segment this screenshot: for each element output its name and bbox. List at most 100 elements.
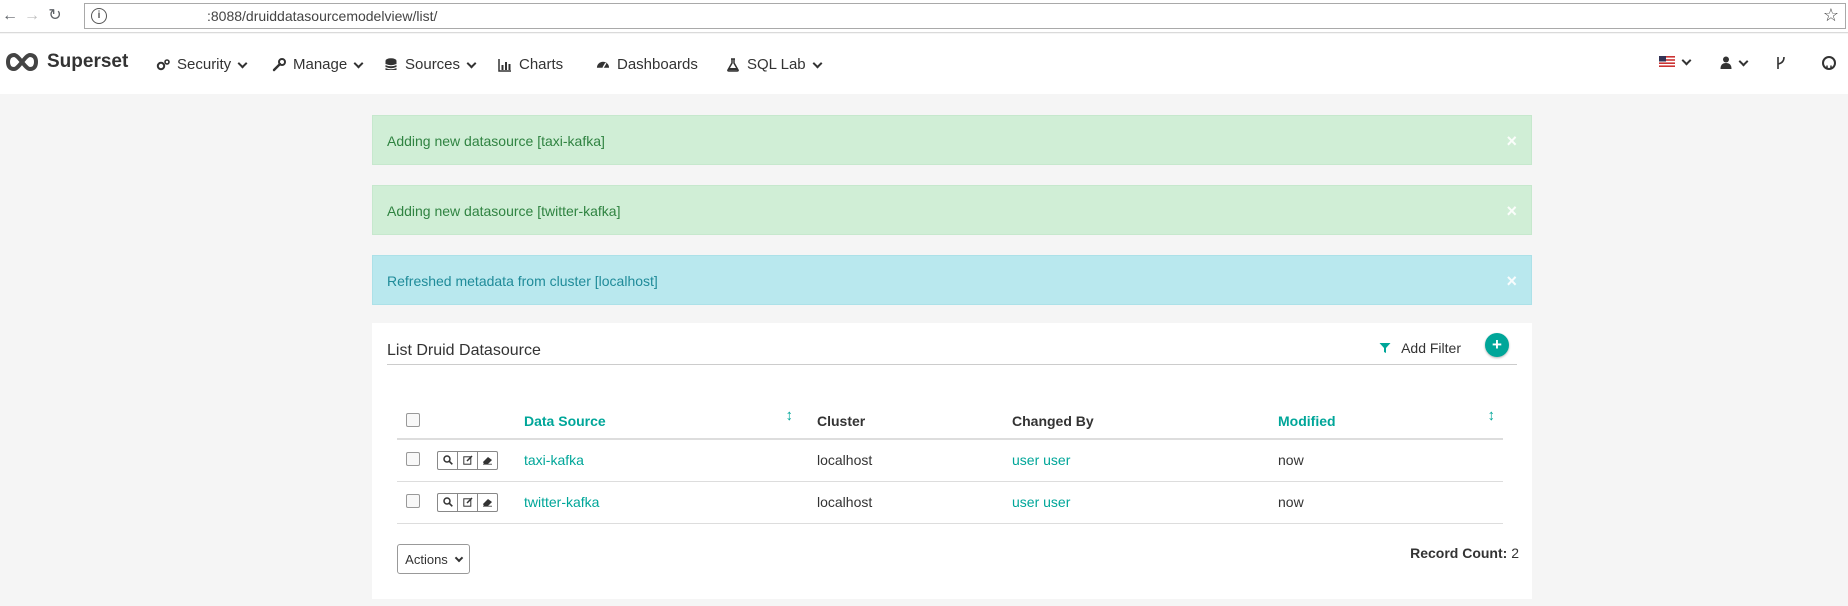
sort-icon[interactable]: ↕ — [1488, 407, 1496, 424]
panel-header: List Druid Datasource Add Filter + — [387, 333, 1517, 365]
us-flag-icon — [1659, 56, 1675, 67]
address-bar[interactable]: i :8088/druiddatasourcemodelview/list/ ☆ — [84, 3, 1846, 29]
gears-icon — [156, 58, 170, 72]
wrench-icon — [272, 57, 286, 72]
address-bar-url: :8088/druiddatasourcemodelview/list/ — [207, 8, 438, 24]
edit-record-button[interactable] — [457, 492, 478, 512]
database-icon — [384, 57, 398, 72]
column-header-data-source[interactable]: Data Source ↕ — [524, 397, 817, 440]
brand-name: Superset — [47, 51, 129, 72]
alert-text: Adding new datasource [taxi-kafka] — [387, 133, 605, 149]
table-header-row: Data Source ↕ Cluster Changed By Modifie… — [397, 397, 1503, 440]
actions-label: Actions — [405, 551, 448, 567]
datasource-link[interactable]: twitter-kafka — [524, 494, 599, 510]
eraser-icon — [483, 457, 492, 465]
chevron-down-icon — [353, 58, 364, 68]
nav-sources-label: Sources — [405, 56, 461, 73]
nav-dashboards[interactable]: Dashboards — [596, 56, 698, 73]
back-arrow-icon[interactable]: ← — [0, 6, 20, 26]
chevron-down-icon — [1681, 55, 1692, 65]
record-count-value: 2 — [1511, 545, 1519, 561]
add-filter-button[interactable]: Add Filter — [1379, 340, 1461, 356]
bookmark-star-icon[interactable]: ☆ — [1823, 5, 1839, 26]
table-row: taxi-kafka localhost user user now — [397, 439, 1503, 482]
close-icon[interactable]: × — [1506, 116, 1517, 166]
github-link[interactable] — [1822, 56, 1836, 70]
nav-sources[interactable]: Sources — [384, 56, 477, 73]
alert-info: Refreshed metadata from cluster [localho… — [372, 255, 1532, 305]
nav-sql-lab[interactable]: SQL Lab — [726, 56, 823, 73]
alert-text: Refreshed metadata from cluster [localho… — [387, 273, 658, 289]
row-action-buttons — [437, 492, 498, 512]
modified-cell: now — [1278, 439, 1503, 482]
record-count-label: Record Count: — [1410, 545, 1508, 561]
sort-modified-link[interactable]: Modified — [1278, 413, 1336, 429]
eraser-icon — [483, 499, 492, 507]
table-row: twitter-kafka localhost user user now — [397, 481, 1503, 524]
view-record-button[interactable] — [437, 492, 458, 512]
language-menu[interactable] — [1659, 55, 1692, 67]
record-count: Record Count: 2 — [1410, 545, 1519, 561]
git-branch-icon — [1777, 56, 1785, 69]
column-header-cluster: Cluster — [817, 397, 1012, 440]
list-panel: List Druid Datasource Add Filter + Data … — [372, 323, 1532, 599]
alert-text: Adding new datasource [twitter-kafka] — [387, 203, 621, 219]
cluster-cell: localhost — [817, 439, 1012, 482]
datasource-table: Data Source ↕ Cluster Changed By Modifie… — [397, 397, 1503, 524]
github-icon — [1822, 56, 1836, 70]
close-icon[interactable]: × — [1506, 186, 1517, 236]
datasource-link[interactable]: taxi-kafka — [524, 452, 584, 468]
edit-record-button[interactable] — [457, 450, 478, 470]
view-record-button[interactable] — [437, 450, 458, 470]
panel-title: List Druid Datasource — [387, 342, 541, 359]
bar-chart-icon — [498, 58, 512, 72]
browser-toolbar: ← → ↻ i :8088/druiddatasourcemodelview/l… — [0, 0, 1848, 33]
dashboard-icon — [596, 58, 610, 72]
delete-record-button[interactable] — [477, 450, 498, 470]
row-action-buttons — [437, 450, 498, 470]
edit-icon — [462, 455, 473, 465]
column-header-changed-by: Changed By — [1012, 397, 1278, 440]
nav-dashboards-label: Dashboards — [617, 56, 698, 73]
info-icon[interactable]: i — [91, 8, 107, 24]
chevron-down-icon — [466, 58, 477, 68]
sort-icon[interactable]: ↕ — [786, 407, 794, 424]
user-icon — [1720, 56, 1732, 69]
column-header-modified[interactable]: Modified ↕ — [1278, 397, 1503, 440]
nav-security-label: Security — [177, 56, 232, 73]
brand-link[interactable]: Superset — [6, 51, 128, 73]
nav-charts-label: Charts — [519, 56, 564, 73]
add-record-button[interactable]: + — [1485, 333, 1509, 357]
filter-icon — [1379, 343, 1391, 353]
actions-dropdown-button[interactable]: Actions — [397, 544, 470, 574]
cluster-cell: localhost — [817, 481, 1012, 524]
forward-arrow-icon[interactable]: → — [22, 6, 42, 26]
row-checkbox[interactable] — [406, 451, 420, 466]
alert-success: Adding new datasource [twitter-kafka] × — [372, 185, 1532, 235]
chevron-down-icon — [1738, 56, 1749, 66]
superset-logo-icon — [6, 52, 38, 72]
chevron-down-icon — [812, 58, 823, 68]
changed-by-link[interactable]: user user — [1012, 452, 1070, 468]
nav-manage-label: Manage — [293, 56, 348, 73]
nav-manage[interactable]: Manage — [272, 56, 364, 73]
changed-by-link[interactable]: user user — [1012, 494, 1070, 510]
chevron-down-icon — [237, 58, 248, 68]
modified-cell: now — [1278, 481, 1503, 524]
chevron-down-icon — [454, 553, 464, 562]
edit-icon — [462, 497, 473, 507]
alert-success: Adding new datasource [taxi-kafka] × — [372, 115, 1532, 165]
select-all-checkbox[interactable] — [406, 413, 420, 427]
user-menu[interactable] — [1720, 56, 1749, 69]
reload-icon[interactable]: ↻ — [45, 6, 65, 26]
nav-sql-lab-label: SQL Lab — [747, 56, 806, 73]
sort-data-source-link[interactable]: Data Source — [524, 413, 606, 429]
delete-record-button[interactable] — [477, 492, 498, 512]
nav-security[interactable]: Security — [156, 56, 248, 73]
row-checkbox[interactable] — [406, 493, 420, 508]
nav-charts[interactable]: Charts — [498, 56, 563, 73]
close-icon[interactable]: × — [1506, 256, 1517, 306]
flask-icon — [726, 57, 740, 72]
version-link[interactable] — [1776, 56, 1786, 70]
add-filter-label: Add Filter — [1401, 340, 1461, 356]
